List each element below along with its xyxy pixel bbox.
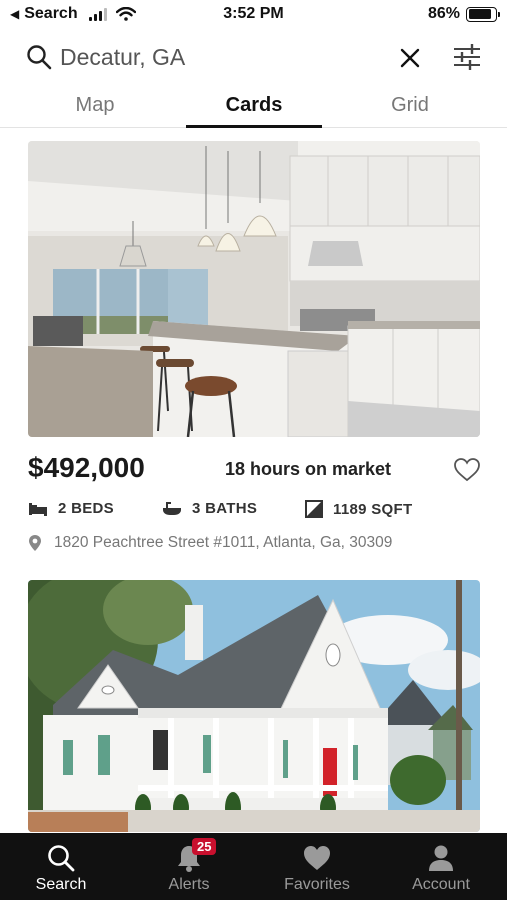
listing-features: 2 BEDS 3 BATHS 1189 SQFT (28, 500, 480, 522)
tabbar-search-label: Search (35, 876, 87, 893)
location-pin-icon (29, 535, 41, 551)
tabbar-account[interactable]: Account (386, 833, 496, 900)
listing-photo-image (28, 580, 480, 832)
status-bar: ◀ Search 3:52 PM 86% (0, 0, 507, 30)
sqft-feature: 1189 SQFT (305, 500, 412, 518)
battery-percent: 86% (427, 5, 460, 22)
listing-address: 1820 Peachtree Street #1011, Atlanta, Ga… (28, 534, 392, 552)
tab-cards[interactable]: Cards (186, 94, 322, 117)
favorite-heart-icon[interactable] (453, 456, 481, 484)
heart-icon (304, 846, 330, 870)
search-input[interactable]: Decatur, GA (60, 44, 185, 71)
battery-level (468, 9, 491, 19)
listing-market-time: 18 hours on market (225, 459, 392, 479)
listing-photo-kitchen[interactable] (28, 141, 480, 437)
baths-count: 3 BATHS (192, 500, 258, 517)
bottom-tab-bar: Search 25 Alerts Favorites Account (0, 833, 507, 900)
tab-grid[interactable]: Grid (360, 94, 460, 117)
alerts-badge: 25 (192, 838, 217, 855)
tabbar-alerts[interactable]: 25 Alerts (134, 833, 244, 900)
beds-count: 2 BEDS (58, 500, 114, 517)
search-bar: Decatur, GA (0, 36, 507, 80)
search-icon (48, 845, 75, 872)
search-icon (27, 45, 52, 70)
clear-search-icon[interactable] (398, 46, 422, 70)
tabbar-favorites-label: Favorites (284, 876, 350, 893)
view-tabs: Map Cards Grid (0, 88, 507, 128)
active-tab-indicator (186, 125, 322, 128)
square-footage-icon (305, 500, 323, 518)
listing-photo-image (28, 141, 480, 437)
bathtub-icon (163, 501, 181, 515)
filter-sliders-icon[interactable] (452, 42, 482, 72)
bed-icon (29, 502, 47, 516)
status-battery-group: 86% (427, 5, 500, 23)
tabbar-search[interactable]: Search (6, 833, 116, 900)
listing-photo-cottage[interactable] (28, 580, 480, 832)
tabbar-account-label: Account (412, 876, 470, 893)
listing-price: $492,000 (28, 452, 145, 483)
baths-feature: 3 BATHS (162, 500, 257, 517)
tab-map[interactable]: Map (45, 94, 145, 117)
battery-icon (466, 6, 500, 22)
beds-feature: 2 BEDS (28, 500, 114, 517)
tabbar-favorites[interactable]: Favorites (262, 833, 372, 900)
person-icon (429, 845, 453, 871)
address-text: 1820 Peachtree Street #1011, Atlanta, Ga… (54, 534, 393, 551)
tabbar-alerts-label: Alerts (168, 876, 210, 893)
sqft-value: 1189 SQFT (333, 500, 413, 518)
